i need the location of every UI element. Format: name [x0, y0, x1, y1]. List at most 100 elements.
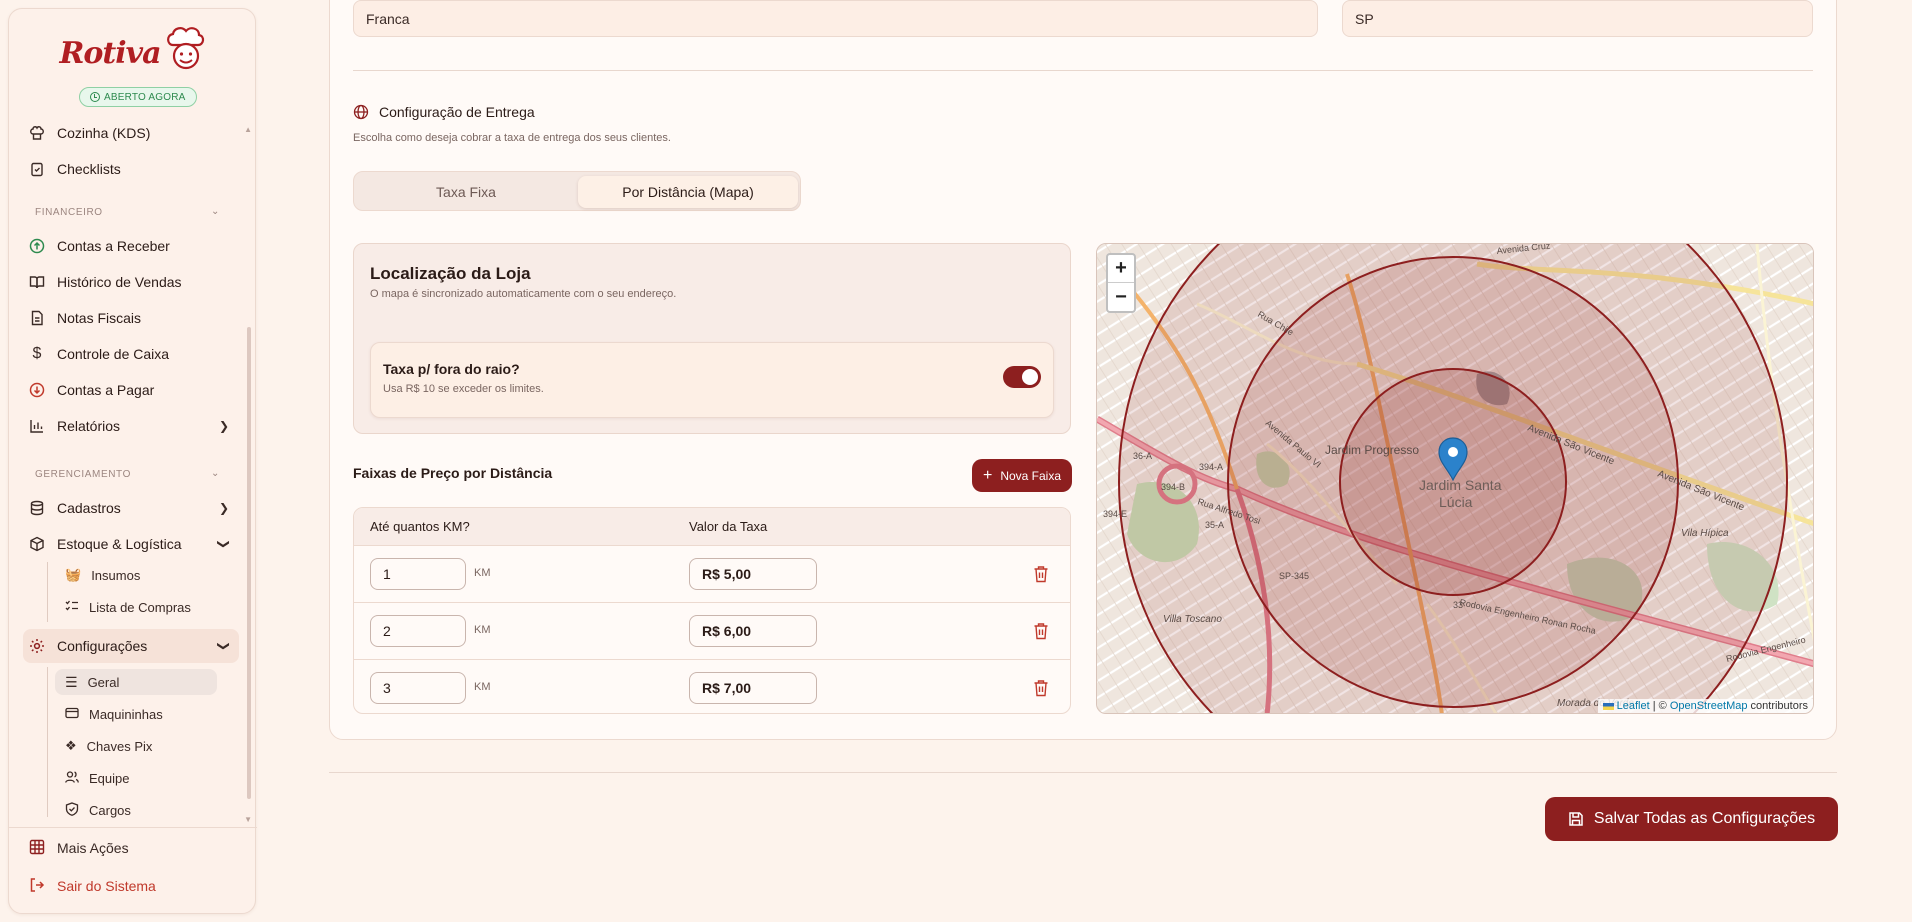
- sidebar-item-controle-caixa[interactable]: $ Controle de Caixa: [29, 340, 239, 368]
- sidebar-item-contas-receber[interactable]: Contas a Receber: [29, 232, 239, 260]
- tab-por-distancia[interactable]: Por Distância (Mapa): [578, 176, 798, 208]
- arrow-down-circle-icon: [29, 382, 45, 398]
- more-actions-button[interactable]: Mais Ações: [29, 835, 129, 861]
- location-title: Localização da Loja: [370, 264, 531, 283]
- map-canvas[interactable]: Jardim Progresso Jardim Santa Lúcia Vill…: [1097, 244, 1814, 714]
- sidebar-item-relatorios[interactable]: Relatórios ❯: [29, 412, 239, 440]
- sidebar-subitem-chaves-pix[interactable]: ❖ Chaves Pix: [65, 733, 215, 759]
- status-badge: ABERTO AGORA: [79, 87, 197, 107]
- save-icon: [1569, 812, 1583, 826]
- km-input[interactable]: 2: [370, 615, 466, 647]
- logout-icon: [29, 877, 45, 896]
- arrow-up-circle-icon: [29, 238, 45, 254]
- pix-icon: ❖: [65, 738, 77, 753]
- section-financeiro[interactable]: FINANCEIRO ⌄: [35, 206, 219, 218]
- book-open-icon: [29, 274, 45, 290]
- table-row: 2 KM R$ 6,00: [354, 603, 1070, 660]
- sidebar-subitem-geral[interactable]: ☰ Geral: [65, 669, 215, 695]
- outside-radius-title: Taxa p/ fora do raio?: [383, 361, 520, 377]
- km-unit-label: KM: [474, 624, 491, 636]
- km-unit-label: KM: [474, 681, 491, 693]
- chef-hat-icon: [29, 125, 45, 141]
- submenu-guide-line: [47, 667, 48, 817]
- map-label: Vila Hípica: [1681, 528, 1729, 539]
- tab-taxa-fixa[interactable]: Taxa Fixa: [358, 176, 574, 208]
- section-gerenciamento[interactable]: GERENCIAMENTO ⌄: [35, 468, 219, 480]
- km-input[interactable]: 3: [370, 672, 466, 704]
- users-icon: [65, 770, 79, 787]
- map-label: 394-A: [1199, 462, 1223, 472]
- delivery-section-title: Configuração de Entrega: [353, 104, 535, 120]
- outside-radius-fee-box: Taxa p/ fora do raio? Usa R$ 10 se exced…: [370, 342, 1054, 418]
- fee-input[interactable]: R$ 7,00: [689, 672, 817, 704]
- sidebar-subitem-equipe[interactable]: Equipe: [65, 765, 215, 791]
- zoom-in-button[interactable]: +: [1108, 255, 1134, 283]
- sidebar-subitem-cargos[interactable]: Cargos: [65, 797, 215, 823]
- section-divider: [353, 70, 1813, 71]
- city-field[interactable]: Franca: [353, 0, 1318, 37]
- shield-check-icon: [65, 801, 79, 819]
- chevron-down-icon: ❯: [216, 538, 231, 550]
- column-km: Até quantos KM?: [370, 519, 470, 534]
- map-zoom-control: + −: [1106, 253, 1136, 313]
- add-range-button[interactable]: + Nova Faixa: [972, 459, 1072, 492]
- map-attribution: Leaflet | © OpenStreetMap contributors: [1597, 699, 1813, 713]
- scroll-down-arrow[interactable]: ▼: [244, 815, 252, 824]
- sidebar-subitem-lista-compras[interactable]: Lista de Compras: [65, 594, 215, 620]
- sidebar-item-cadastros[interactable]: Cadastros ❯: [29, 494, 239, 522]
- osm-link[interactable]: OpenStreetMap: [1670, 700, 1748, 712]
- store-location-panel: Localização da Loja O mapa é sincronizad…: [353, 243, 1071, 434]
- basket-icon: 🧺: [65, 567, 82, 582]
- sidebar-item-estoque[interactable]: Estoque & Logística ❯: [29, 530, 239, 558]
- map-label: 394-E: [1103, 509, 1127, 519]
- sidebar-item-configuracoes[interactable]: Configurações ❯: [29, 632, 239, 660]
- leaflet-link[interactable]: Leaflet: [1617, 700, 1650, 712]
- trash-icon[interactable]: [1033, 622, 1049, 640]
- map-label: SP-345: [1279, 571, 1309, 581]
- credit-card-icon: [65, 706, 79, 723]
- save-all-button[interactable]: Salvar Todas as Configurações: [1545, 797, 1838, 841]
- sidebar-scrollbar[interactable]: [247, 327, 251, 799]
- brand-logo[interactable]: Rotiva: [9, 25, 257, 71]
- delivery-radius-map[interactable]: Jardim Progresso Jardim Santa Lúcia Vill…: [1096, 243, 1814, 714]
- trash-icon[interactable]: [1033, 679, 1049, 697]
- fee-input[interactable]: R$ 5,00: [689, 558, 817, 590]
- outside-radius-subtitle: Usa R$ 10 se exceder os limites.: [383, 383, 544, 395]
- map-label: Villa Toscano: [1163, 614, 1222, 625]
- sidebar-item-historico-vendas[interactable]: Histórico de Vendas: [29, 268, 239, 296]
- list-checks-icon: [65, 599, 79, 616]
- chevron-down-icon: ⌄: [211, 468, 220, 479]
- sidebar-item-contas-pagar[interactable]: Contas a Pagar: [29, 376, 239, 404]
- table-row: 1 KM R$ 5,00: [354, 546, 1070, 603]
- sidebar-item-checklists[interactable]: Checklists: [29, 155, 239, 183]
- km-unit-label: KM: [474, 567, 491, 579]
- clock-icon: [90, 92, 100, 102]
- outside-radius-switch[interactable]: [1003, 366, 1041, 388]
- chevron-right-icon: ❯: [218, 501, 229, 515]
- table-header: Até quantos KM? Valor da Taxa: [354, 508, 1070, 546]
- trash-icon[interactable]: [1033, 565, 1049, 583]
- map-label: Jardim Progresso: [1325, 443, 1419, 457]
- database-icon: [29, 500, 45, 516]
- settings-icon: [29, 638, 45, 654]
- fee-input[interactable]: R$ 6,00: [689, 615, 817, 647]
- clipboard-check-icon: [29, 161, 45, 177]
- grid-icon: [29, 839, 45, 858]
- logout-button[interactable]: Sair do Sistema: [29, 873, 156, 899]
- dollar-sign-icon: $: [32, 345, 42, 362]
- state-field[interactable]: SP: [1342, 0, 1813, 37]
- map-label: 35-A: [1205, 520, 1224, 530]
- sidebar-subitem-maquininhas[interactable]: Maquininhas: [65, 701, 215, 727]
- bar-chart-icon: [29, 418, 45, 434]
- sidebar-subitem-insumos[interactable]: 🧺 Insumos: [65, 562, 215, 588]
- sidebar-item-cozinha[interactable]: Cozinha (KDS): [29, 119, 239, 147]
- sidebar-item-notas-fiscais[interactable]: Notas Fiscais: [29, 304, 239, 332]
- sidebar-nav: Cozinha (KDS) Checklists FINANCEIRO ⌄ Co…: [9, 117, 247, 823]
- delivery-section-subtitle: Escolha como deseja cobrar a taxa de ent…: [353, 132, 671, 144]
- map-label: Lúcia: [1439, 494, 1473, 510]
- zoom-out-button[interactable]: −: [1108, 283, 1134, 311]
- km-input[interactable]: 1: [370, 558, 466, 590]
- map-label: 33: [1453, 600, 1463, 610]
- brand-name: Rotiva: [59, 36, 161, 71]
- chevron-down-icon: ⌄: [211, 206, 220, 217]
